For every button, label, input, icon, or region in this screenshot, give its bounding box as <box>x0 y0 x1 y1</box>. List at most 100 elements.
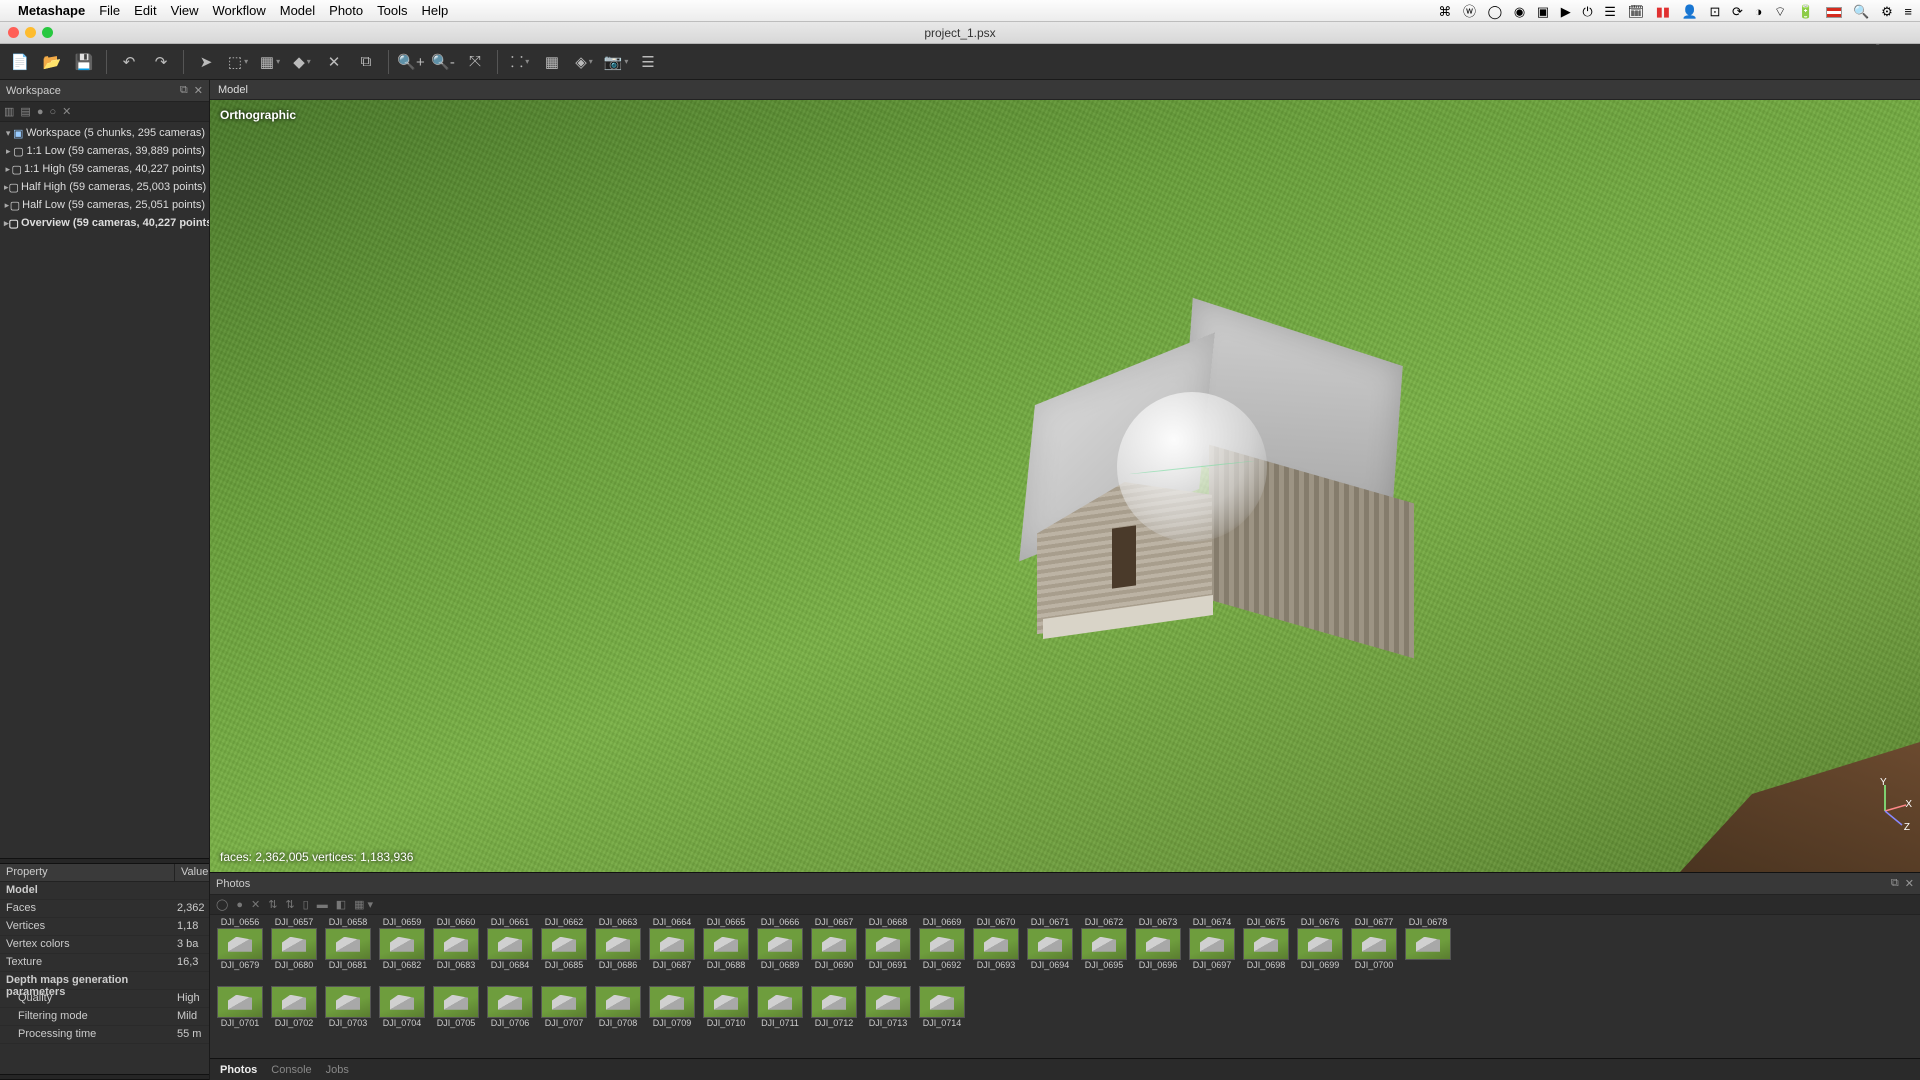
photo-thumbnail[interactable]: DJI_0677DJI_0700 <box>1350 917 1398 971</box>
tray-icon[interactable]: 👤 <box>1682 4 1698 19</box>
tray-battery-icon[interactable]: 🔋 <box>1798 4 1814 19</box>
menu-workflow[interactable]: Workflow <box>213 3 266 18</box>
photo-thumbnail[interactable]: DJI_0701 <box>216 975 264 1029</box>
open-button[interactable]: 📂 <box>38 48 66 76</box>
tray-icon[interactable]: ▣ <box>1537 4 1549 19</box>
photo-thumbnail[interactable]: DJI_0710 <box>702 975 750 1029</box>
expand-icon[interactable]: ▸ <box>4 146 13 157</box>
tray-icon[interactable]: ⓦ <box>1463 4 1476 19</box>
photo-thumbnail[interactable]: DJI_0708 <box>594 975 642 1029</box>
menu-edit[interactable]: Edit <box>134 3 156 18</box>
photo-tool-icon[interactable]: ⇅ <box>285 898 294 911</box>
photo-thumbnail[interactable]: DJI_0669DJI_0692 <box>918 917 966 971</box>
photo-thumbnail[interactable]: DJI_0674DJI_0697 <box>1188 917 1236 971</box>
photo-thumbnail[interactable]: DJI_0673DJI_0696 <box>1134 917 1182 971</box>
panel-close-icon[interactable]: ✕ <box>194 84 203 97</box>
photo-thumbnail[interactable]: DJI_0675DJI_0698 <box>1242 917 1290 971</box>
menu-view[interactable]: View <box>171 3 199 18</box>
panel-dock-icon[interactable]: ⧉ <box>180 84 188 97</box>
photo-view-mode-icon[interactable]: ▦ ▾ <box>354 898 373 911</box>
rect-select-tool[interactable]: ⬚ <box>224 48 252 76</box>
photo-thumbnail[interactable]: DJI_0713 <box>864 975 912 1029</box>
photo-thumbnail[interactable]: DJI_0670DJI_0693 <box>972 917 1020 971</box>
app-name[interactable]: Metashape <box>18 3 85 18</box>
expand-icon[interactable]: ▾ <box>4 128 12 139</box>
photo-thumbnail[interactable]: DJI_0658DJI_0681 <box>324 917 372 971</box>
photo-thumbnail[interactable]: DJI_0667DJI_0690 <box>810 917 858 971</box>
photo-thumbnail[interactable]: DJI_0666DJI_0689 <box>756 917 804 971</box>
chunk-item[interactable]: ▸▢Half Low (59 cameras, 25,051 points) <box>0 196 209 214</box>
photo-thumbnail[interactable]: DJI_0659DJI_0682 <box>378 917 426 971</box>
tray-search-icon[interactable]: 🔍 <box>1853 4 1869 19</box>
crop-selection-button[interactable]: ⧉ <box>352 48 380 76</box>
tray-icon[interactable]: ◯ <box>1488 4 1503 19</box>
photo-thumbnail[interactable]: DJI_0663DJI_0686 <box>594 917 642 971</box>
ws-disable-icon[interactable]: ○ <box>49 106 56 118</box>
chunk-item[interactable]: ▸▢1:1 High (59 cameras, 40,227 points) <box>0 160 209 178</box>
photo-thumbnail[interactable]: DJI_0660DJI_0683 <box>432 917 480 971</box>
redo-button[interactable]: ↷ <box>147 48 175 76</box>
capture-button[interactable]: 📷 <box>602 48 630 76</box>
axis-gizmo[interactable]: Y X Z <box>1862 781 1908 827</box>
tray-icon[interactable]: ▶ <box>1561 4 1571 19</box>
photo-thumbnail[interactable]: DJI_0668DJI_0691 <box>864 917 912 971</box>
window-maximize-button[interactable] <box>42 27 53 38</box>
chunk-item[interactable]: ▸▢1:1 Low (59 cameras, 39,889 points) <box>0 142 209 160</box>
tray-flag-icon[interactable] <box>1826 7 1842 18</box>
panel-close-icon[interactable]: ✕ <box>1905 877 1914 890</box>
view-mode-button[interactable]: ◈ <box>570 48 598 76</box>
photo-tool-icon[interactable]: ▯ <box>303 898 309 911</box>
tray-icon[interactable]: ◑ <box>1755 4 1763 19</box>
photo-thumbnail[interactable]: DJI_0712 <box>810 975 858 1029</box>
ws-remove-icon[interactable]: ✕ <box>62 105 71 118</box>
tree-root[interactable]: ▾ ▣ Workspace (5 chunks, 295 cameras) <box>0 124 209 142</box>
ws-add-chunk-icon[interactable]: ▥ <box>4 105 14 118</box>
tray-icon[interactable]: ☰ <box>1604 4 1616 19</box>
photo-thumbnails[interactable]: DJI_0656DJI_0679DJI_0657DJI_0680DJI_0658… <box>210 915 1920 1058</box>
photo-thumbnail[interactable]: DJI_0671DJI_0694 <box>1026 917 1074 971</box>
zoom-in-button[interactable]: 🔍+ <box>397 48 425 76</box>
tray-control-center-icon[interactable]: ⚙ <box>1881 4 1893 19</box>
move-region-tool[interactable]: ▦ <box>256 48 284 76</box>
tray-menu-icon[interactable]: ≡ <box>1904 4 1912 19</box>
menu-tools[interactable]: Tools <box>377 3 407 18</box>
model-mesh[interactable] <box>997 332 1427 632</box>
perspective-button[interactable]: ☰ <box>634 48 662 76</box>
photo-tool-icon[interactable]: ◯ <box>216 898 228 911</box>
photo-thumbnail[interactable]: DJI_0702 <box>270 975 318 1029</box>
window-close-button[interactable] <box>8 27 19 38</box>
workspace-tree[interactable]: ▾ ▣ Workspace (5 chunks, 295 cameras) ▸▢… <box>0 122 209 234</box>
ws-add-photos-icon[interactable]: ▤ <box>20 105 30 118</box>
photo-thumbnail[interactable]: DJI_0657DJI_0680 <box>270 917 318 971</box>
ws-enable-icon[interactable]: ● <box>37 106 44 118</box>
tab-console[interactable]: Console <box>271 1064 311 1076</box>
window-minimize-button[interactable] <box>25 27 36 38</box>
photo-thumbnail[interactable]: DJI_0664DJI_0687 <box>648 917 696 971</box>
chunk-item[interactable]: ▸▢Half High (59 cameras, 25,003 points) <box>0 178 209 196</box>
navigate-tool[interactable]: ➤ <box>192 48 220 76</box>
photo-thumbnail[interactable]: DJI_0656DJI_0679 <box>216 917 264 971</box>
photo-thumbnail[interactable]: DJI_0662DJI_0685 <box>540 917 588 971</box>
rotate-region-tool[interactable]: ◆ <box>288 48 316 76</box>
tab-jobs[interactable]: Jobs <box>326 1064 349 1076</box>
tray-icon[interactable]: ⌘ <box>1438 4 1451 19</box>
zoom-out-button[interactable]: 🔍- <box>429 48 457 76</box>
sidebar-splitter[interactable] <box>0 1074 209 1080</box>
photo-thumbnail[interactable]: DJI_0661DJI_0684 <box>486 917 534 971</box>
tab-photos[interactable]: Photos <box>220 1064 257 1076</box>
photo-thumbnail[interactable]: DJI_0714 <box>918 975 966 1029</box>
menu-file[interactable]: File <box>99 3 120 18</box>
tray-icon[interactable]: ⟳ <box>1732 4 1743 19</box>
photo-thumbnail[interactable]: DJI_0672DJI_0695 <box>1080 917 1128 971</box>
photo-tool-icon[interactable]: ⇅ <box>268 898 277 911</box>
photo-thumbnail[interactable]: DJI_0665DJI_0688 <box>702 917 750 971</box>
tray-icon[interactable]: ⏻ <box>1582 4 1592 19</box>
tray-icon[interactable]: ◉ <box>1514 4 1525 19</box>
photo-thumbnail[interactable]: DJI_0703 <box>324 975 372 1029</box>
delete-selection-button[interactable]: ✕ <box>320 48 348 76</box>
expand-icon[interactable]: ▸ <box>4 164 12 175</box>
photo-thumbnail[interactable]: DJI_0705 <box>432 975 480 1029</box>
photo-thumbnail[interactable]: DJI_0678 <box>1404 917 1452 971</box>
viewport-tab-model[interactable]: Model <box>218 84 248 96</box>
photo-tool-icon[interactable]: ◧ <box>336 898 346 911</box>
